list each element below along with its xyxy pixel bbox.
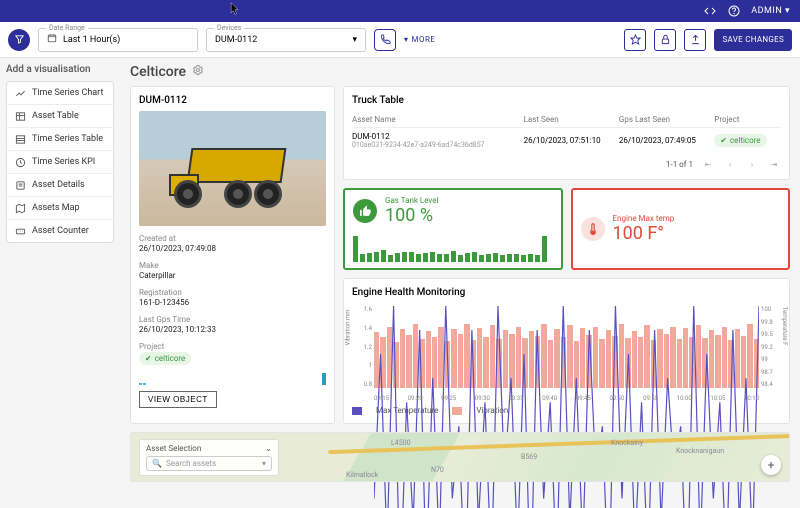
daterange-label: Date Range [46, 24, 88, 32]
engine-health-card: Engine Health Monitoring 1.61.41.210.8 V… [343, 278, 790, 424]
gear-icon[interactable] [192, 64, 204, 80]
vis-time-series-chart[interactable]: Time Series Chart [7, 82, 113, 105]
map-add-button[interactable]: + [761, 455, 781, 475]
devices-label: Devices [214, 24, 244, 32]
thermometer-icon [581, 217, 605, 241]
check-icon: ✔ [145, 354, 152, 363]
vis-time-series-table[interactable]: Time Series Table [7, 128, 113, 151]
asset-detail-card: DUM-0112 Created at26/10/2023, 07:49:08 … [130, 86, 335, 424]
truck-table-card: Truck Table Asset NameLast SeenGps Last … [343, 86, 790, 180]
daterange-value: Last 1 Hour(s) [63, 35, 120, 45]
devices-value: DUM-0112 [215, 35, 257, 45]
kpi-engine-temp: Engine Max temp100 F° [571, 188, 791, 270]
kpi-gas-tank: Gas Tank Level100 % [343, 188, 563, 270]
table-row[interactable]: DUM-0112010ae031-9234-42e7-a249-6ad74c36… [352, 128, 781, 153]
toolbar: Date Range Last 1 Hour(s) Devices DUM-01… [0, 22, 800, 58]
vis-assets-map[interactable]: Assets Map [7, 197, 113, 220]
topbar: ADMIN ▾ [0, 0, 800, 22]
counter-icon [14, 225, 26, 237]
table-icon [14, 133, 26, 145]
y-right-label: Temperature F [782, 307, 789, 346]
page-next[interactable]: › [745, 157, 759, 171]
asset-image [139, 111, 326, 226]
search-icon: 🔍 [152, 459, 162, 468]
code-icon[interactable] [703, 4, 717, 18]
phone-button[interactable] [374, 29, 396, 51]
chevron-down-icon[interactable]: ⌄ [265, 444, 272, 453]
clock-icon [14, 156, 26, 168]
admin-menu[interactable]: ADMIN ▾ [751, 6, 790, 16]
chart-icon [14, 87, 26, 99]
filter-button[interactable] [8, 29, 30, 51]
page-prev[interactable]: ‹ [723, 157, 737, 171]
table-icon [14, 110, 26, 122]
page-first[interactable]: ⇤ [701, 157, 715, 171]
vis-asset-details[interactable]: Asset Details [7, 174, 113, 197]
devices-field-wrap: Devices DUM-0112 ▾ [206, 28, 366, 52]
chevron-down-icon: ▾ [404, 35, 409, 44]
help-icon[interactable] [727, 4, 741, 18]
upload-button[interactable] [684, 29, 706, 51]
page-title: Celticore [130, 64, 790, 80]
sidebar: Add a visualisation Time Series Chart As… [0, 58, 120, 508]
assets-map[interactable]: L4500 B569 N70 Knockainy Kilmallock Knoc… [130, 432, 790, 482]
vis-asset-table[interactable]: Asset Table [7, 105, 113, 128]
asset-meta: Created at26/10/2023, 07:49:08 MakeCater… [139, 234, 326, 365]
vis-list: Time Series Chart Asset Table Time Serie… [6, 81, 114, 243]
y-left-label: Vibration mm [345, 310, 352, 346]
more-button[interactable]: ▾MORE [404, 35, 435, 44]
view-object-button[interactable]: VIEW OBJECT [139, 391, 217, 408]
check-icon: ✔ [720, 136, 727, 145]
truck-table-title: Truck Table [352, 95, 781, 106]
asset-search-input[interactable]: 🔍Search assets▾ [146, 456, 272, 471]
sidebar-title: Add a visualisation [6, 64, 114, 75]
vis-asset-counter[interactable]: Asset Counter [7, 220, 113, 242]
star-button[interactable] [624, 29, 646, 51]
project-badge: ✔celticore [714, 134, 766, 147]
legend-swatch-temp [352, 407, 362, 415]
asset-selection-title: Asset Selection [146, 444, 201, 453]
asset-sparkline [139, 373, 326, 385]
vis-time-series-kpi[interactable]: Time Series KPI [7, 151, 113, 174]
engine-chart: 1.61.41.210.8 Vibration mm 10099.899.599… [352, 302, 781, 402]
engine-title: Engine Health Monitoring [352, 287, 781, 298]
map-icon [14, 202, 26, 214]
details-icon [14, 179, 26, 191]
calendar-icon [47, 33, 57, 46]
chevron-down-icon: ▾ [352, 35, 357, 45]
asset-name: DUM-0112 [139, 95, 326, 106]
table-head: Asset NameLast SeenGps Last SeenProject [352, 112, 781, 128]
lock-button[interactable] [654, 29, 676, 51]
thumbs-up-icon [353, 199, 377, 223]
project-badge: ✔celticore [139, 352, 191, 365]
page-last[interactable]: ⇥ [767, 157, 781, 171]
daterange-field-wrap: Date Range Last 1 Hour(s) [38, 28, 198, 52]
pager: 1-1 of 1 ⇤ ‹ › ⇥ [352, 157, 781, 171]
gas-tank-sparkline [353, 236, 553, 262]
save-changes-button[interactable]: SAVE CHANGES [714, 29, 792, 51]
asset-selection-panel: Asset Selection ⌄ 🔍Search assets▾ [139, 439, 279, 476]
chevron-down-icon: ▾ [262, 459, 266, 468]
